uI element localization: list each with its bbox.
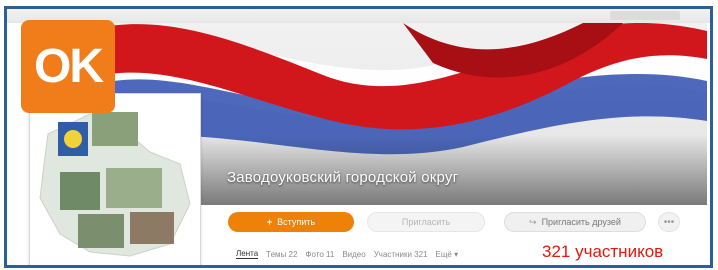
tab-feed[interactable]: Лента	[236, 249, 259, 259]
tab-photos[interactable]: Фото 11	[305, 250, 334, 259]
share-icon: ↪	[529, 216, 537, 227]
plus-icon: +	[266, 217, 273, 227]
members-count: 321 участников	[542, 242, 664, 261]
join-label: Вступить	[277, 217, 316, 227]
district-map-image	[39, 112, 191, 257]
more-actions-button[interactable]: •••	[658, 212, 680, 232]
group-tabs: Лента Темы 22 Фото 11 Видео Участники 32…	[236, 246, 458, 262]
tab-members[interactable]: Участники 321	[374, 250, 428, 259]
ok-logo: OK	[21, 20, 115, 113]
invite-friends-button[interactable]: ↪ Пригласить друзей	[504, 212, 646, 232]
invite-button[interactable]: Пригласить	[367, 212, 485, 232]
top-bar	[7, 9, 710, 23]
ellipsis-icon: •••	[663, 216, 675, 228]
invite-friends-label: Пригласить друзей	[541, 217, 621, 227]
tab-more[interactable]: Ещё ▾	[435, 250, 458, 259]
join-button[interactable]: + Вступить	[228, 212, 354, 232]
group-title: Заводоуковский городской округ	[227, 169, 459, 186]
invite-label: Пригласить	[401, 217, 451, 227]
tab-topics[interactable]: Темы 22	[266, 250, 297, 259]
search-field[interactable]	[610, 11, 680, 20]
group-avatar[interactable]	[29, 93, 201, 265]
tab-videos[interactable]: Видео	[342, 250, 365, 259]
group-page-frame: Заводоуковский городской округ OK + Всту…	[4, 6, 713, 268]
